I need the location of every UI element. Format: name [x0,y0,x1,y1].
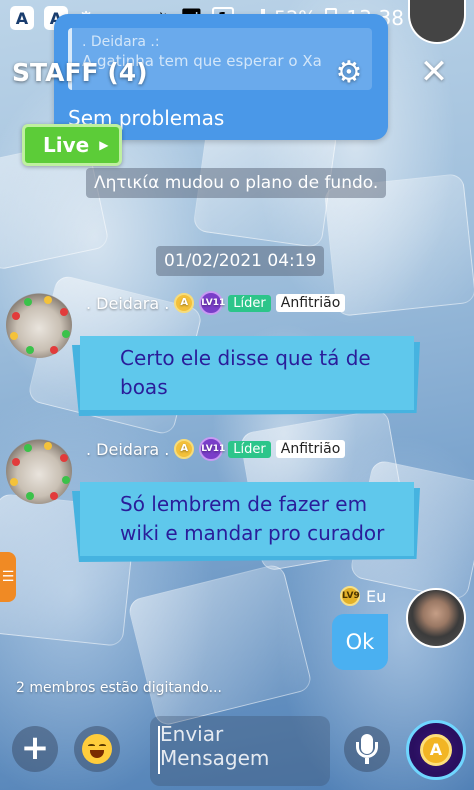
role-tag: Líder [228,294,271,312]
typing-indicator: 2 membros estão digitando... [16,680,222,696]
host-tag: Anfitrião [275,440,346,458]
date-separator: 01/02/2021 04:19 [156,246,325,276]
live-button[interactable]: Live ▶ [22,124,122,166]
side-menu-tab[interactable]: ☰ [0,552,16,602]
level-badge: LV9 [340,586,360,606]
author-name[interactable]: . Deidara . [86,440,169,459]
voice-button[interactable] [344,726,390,772]
close-icon[interactable]: ✕ [416,54,452,90]
emoji-button[interactable] [74,726,120,772]
avatar[interactable] [6,438,72,504]
level-badge: LV11 [199,437,225,461]
coin-badge-icon: A [174,439,195,459]
coin-badge-icon: A [174,293,195,313]
placeholder-line: Mensagem [160,746,270,770]
avatar[interactable] [6,292,72,358]
role-tag: Líder [228,440,271,458]
message-header: . Deidara . A LV11 Líder Anfitrião [86,437,346,461]
my-message-bubble[interactable]: Ok [332,614,388,670]
system-message: Λητικία mudou o plano de fundo. [86,168,387,198]
background-ice-cube [126,562,314,728]
author-name: Eu [366,586,387,606]
message-bubble[interactable]: Certo ele disse que tá de boas [80,336,414,410]
host-tag: Anfitrião [275,294,346,312]
message-input-placeholder: Enviar Mensagem [160,722,320,770]
message-header: . Deidara . A LV11 Líder Anfitrião [86,291,346,315]
coin-button[interactable]: A [406,720,466,780]
settings-icon[interactable]: ⚙ [332,56,366,90]
message-text: Certo ele disse que tá de [120,346,371,370]
message-text: Só lembrem de fazer em [120,492,368,516]
quoted-author: . Deidara .: [82,34,160,50]
message-bubble[interactable]: Só lembrem de fazer em wiki e mandar pro… [80,482,414,556]
app-notification-icon: A [10,6,34,30]
placeholder-line: Enviar [160,722,224,746]
message-text: wiki e mandar pro curador [120,521,385,545]
coin-icon: A [420,734,452,766]
top-profile-avatar[interactable] [408,0,466,44]
level-badge: LV11 [199,291,225,315]
live-label: Live [43,133,90,157]
play-icon: ▶ [99,138,109,152]
add-attachment-button[interactable]: + [12,726,58,772]
my-avatar[interactable] [406,588,466,648]
emoji-icon [82,734,112,764]
author-name[interactable]: . Deidara . [86,294,169,313]
message-text: boas [120,375,168,399]
chat-title: STAFF (4) [12,58,148,87]
my-message-header: LV9 Eu [340,584,386,608]
